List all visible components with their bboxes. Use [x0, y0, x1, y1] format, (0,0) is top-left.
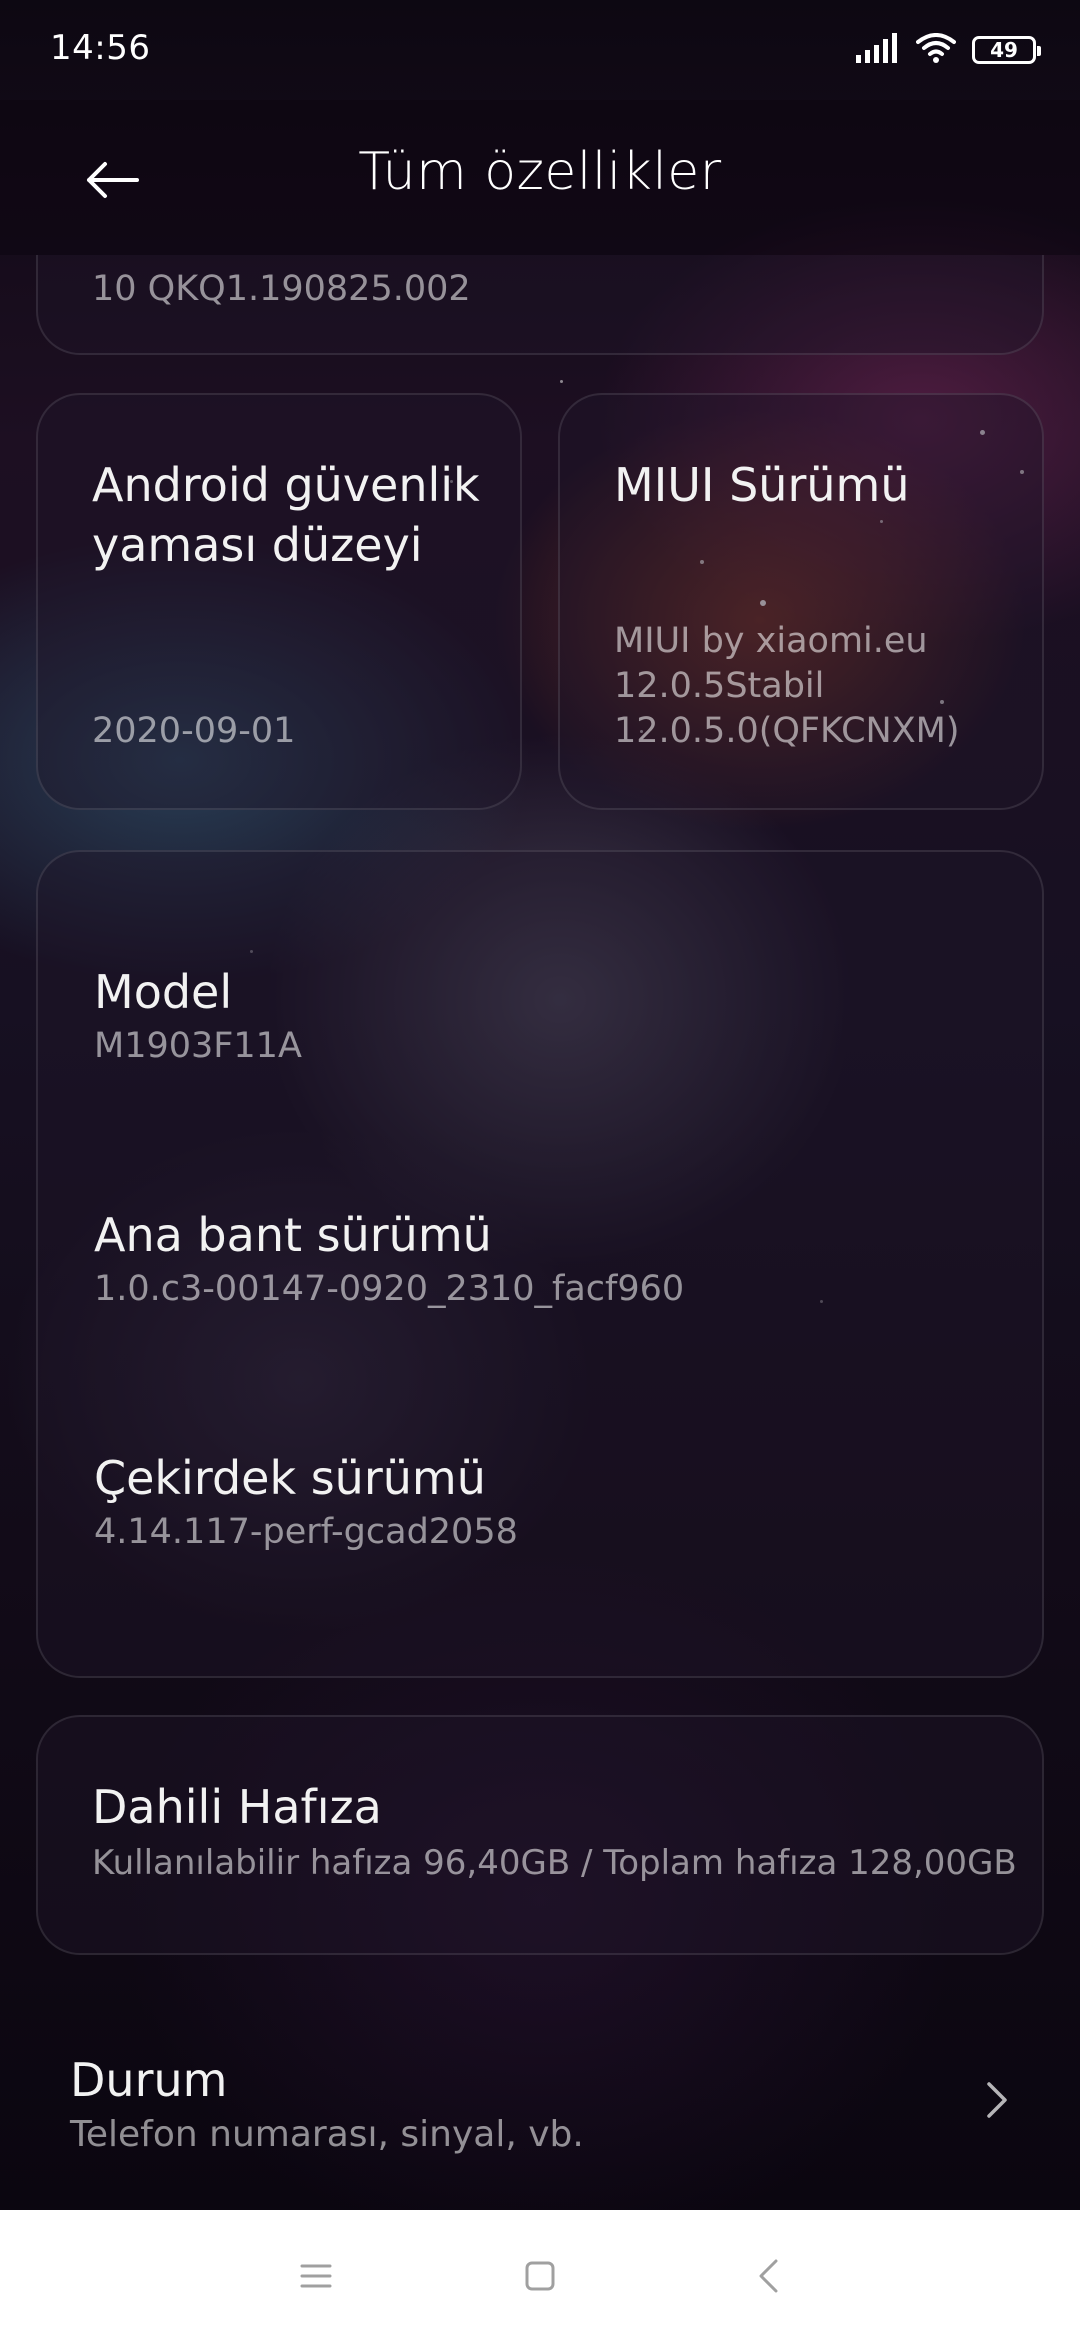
miui-version-line: MIUI by xiaomi.eu — [614, 621, 928, 661]
menu-icon — [300, 2263, 332, 2293]
navigation-bar — [0, 2210, 1080, 2340]
menu-button[interactable] — [286, 2248, 346, 2308]
model-value: M1903F11A — [94, 1026, 302, 1066]
security-patch-title: Android güvenlik yaması düzeyi — [92, 458, 480, 572]
kernel-value: 4.14.117-perf-gcad2058 — [94, 1512, 518, 1552]
home-square-icon — [524, 2260, 556, 2296]
android-version-value: 10 QKQ1.190825.002 — [92, 269, 471, 309]
battery-level: 49 — [990, 38, 1018, 62]
chevron-right-icon — [985, 2080, 1009, 2124]
miui-version-line: 12.0.5.0(QFKCNXM) — [614, 711, 960, 751]
status-bar: 14:56 49 — [0, 0, 1080, 100]
status-icons: 49 — [856, 30, 1041, 70]
status-time: 14:56 — [50, 28, 151, 68]
miui-version-line: 12.0.5Stabil — [614, 666, 825, 706]
nav-back-button[interactable] — [738, 2248, 798, 2308]
model-row[interactable]: Model M1903F11A — [94, 962, 302, 1069]
storage-card[interactable]: Dahili Hafıza Kullanılabilir hafıza 96,4… — [36, 1715, 1044, 1955]
miui-version-title: MIUI Sürümü — [614, 458, 910, 512]
miui-version-card[interactable]: MIUI Sürümü MIUI by xiaomi.eu 12.0.5Stab… — [558, 393, 1044, 810]
battery-icon: 49 — [972, 36, 1041, 64]
kernel-title: Çekirdek sürümü — [94, 1451, 486, 1505]
back-triangle-icon — [756, 2258, 780, 2298]
status-row-title: Durum — [70, 2053, 228, 2107]
model-title: Model — [94, 965, 233, 1019]
header: Tüm özellikler — [0, 100, 1080, 255]
signal-bars-icon — [856, 33, 900, 67]
page-title: Tüm özellikler — [358, 142, 722, 202]
baseband-value: 1.0.c3-00147-0920_2310_facf960 — [94, 1269, 685, 1309]
home-button[interactable] — [510, 2248, 570, 2308]
android-version-card[interactable]: 10 QKQ1.190825.002 — [36, 255, 1044, 355]
content-scroll-area[interactable]: 10 QKQ1.190825.002 Android güvenlik yama… — [0, 255, 1080, 2210]
storage-title: Dahili Hafıza — [92, 1780, 382, 1834]
status-row[interactable]: Durum Telefon numarası, sinyal, vb. — [0, 2035, 1080, 2205]
status-row-subtitle: Telefon numarası, sinyal, vb. — [70, 2114, 584, 2155]
security-patch-value: 2020-09-01 — [92, 711, 296, 751]
baseband-title: Ana bant sürümü — [94, 1208, 492, 1262]
miui-version-value: MIUI by xiaomi.eu 12.0.5Stabil 12.0.5.0(… — [614, 619, 960, 754]
device-info-card: Model M1903F11A Ana bant sürümü 1.0.c3-0… — [36, 850, 1044, 1678]
baseband-row[interactable]: Ana bant sürümü 1.0.c3-00147-0920_2310_f… — [94, 1205, 684, 1312]
kernel-row[interactable]: Çekirdek sürümü 4.14.117-perf-gcad2058 — [94, 1448, 518, 1555]
security-patch-card[interactable]: Android güvenlik yaması düzeyi 2020-09-0… — [36, 393, 522, 810]
storage-value: Kullanılabilir hafıza 96,40GB / Toplam h… — [92, 1843, 1017, 1883]
wifi-icon — [916, 33, 956, 67]
